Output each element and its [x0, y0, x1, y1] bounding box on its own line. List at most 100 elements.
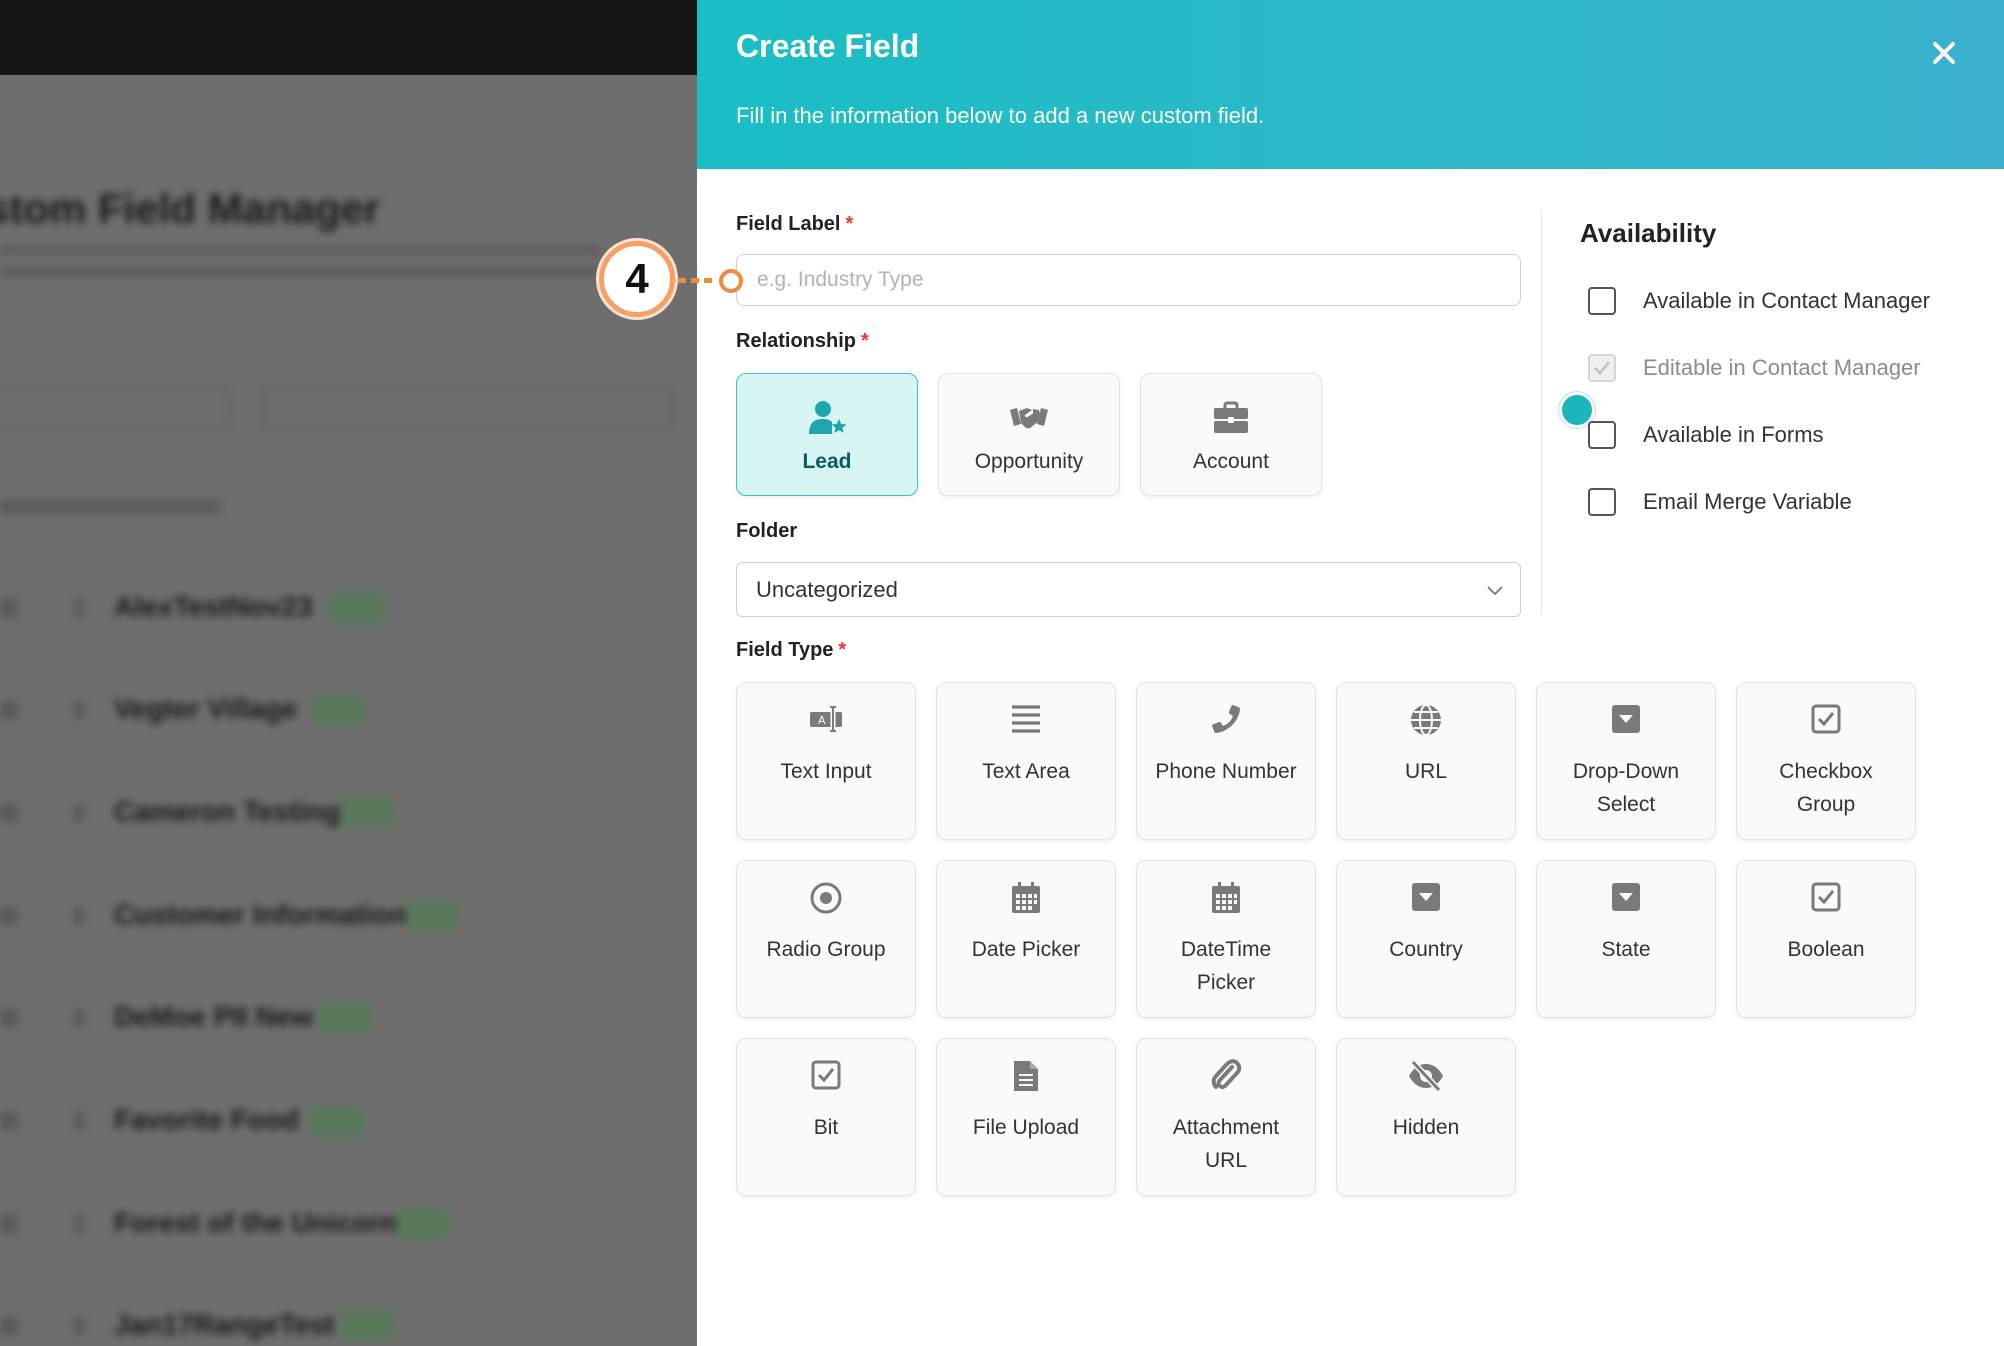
checkbox-box	[1588, 354, 1616, 382]
checkbox-box[interactable]	[1588, 488, 1616, 516]
relationship-option-label: Account	[1193, 450, 1269, 473]
field-type-phone-number[interactable]: Phone Number	[1136, 682, 1316, 840]
panel-header: Create Field Fill in the information bel…	[697, 0, 2004, 169]
folder-row[interactable]: Favorite Food	[0, 1098, 700, 1144]
folder-select-value: Uncategorized	[756, 577, 898, 602]
field-type-file-upload[interactable]: File Upload	[936, 1038, 1116, 1196]
relationship-option-lead[interactable]: Lead	[736, 373, 918, 496]
chevron-right-icon	[74, 1215, 84, 1233]
checkbox-label: Editable in Contact Manager	[1643, 355, 1921, 380]
callout-connector	[678, 278, 712, 283]
page-title: stom Field Manager	[0, 185, 381, 232]
checkbox-label: Email Merge Variable	[1643, 489, 1852, 514]
checkbox-label: Available in Contact Manager	[1643, 288, 1930, 313]
field-type-label: URL	[1404, 760, 1447, 783]
folder-row[interactable]: Customer Information	[0, 893, 700, 939]
field-type-label: Hidden	[1392, 1116, 1460, 1139]
field-type-date-picker[interactable]: Date Picker	[936, 860, 1116, 1018]
close-icon[interactable]	[1927, 36, 1961, 70]
required-mark: *	[845, 213, 854, 235]
field-type-drop-down-select[interactable]: Drop-Down Select	[1536, 682, 1716, 840]
field-type-datetime-picker[interactable]: DateTime Picker	[1136, 860, 1316, 1018]
panel-title: Create Field	[736, 28, 920, 64]
folder-name: Cameron Testing	[114, 796, 341, 827]
field-type-label: File Upload	[972, 1116, 1080, 1139]
field-type-label: Text Input	[780, 760, 872, 783]
required-mark: *	[861, 330, 869, 352]
folder-row[interactable]: Jan17RangeTest	[0, 1303, 700, 1346]
check-icon	[1594, 361, 1610, 375]
background-page: stom Field Manager AlexTestNov23 Vegter …	[0, 0, 700, 1346]
chevron-right-icon	[74, 907, 84, 925]
type-filter-select[interactable]	[262, 385, 672, 431]
create-field-panel: Create Field Fill in the information bel…	[697, 0, 2004, 1346]
phone-icon	[1137, 703, 1315, 739]
field-type-label: State	[1601, 938, 1651, 961]
checkbox-icon	[1737, 881, 1915, 917]
field-type-boolean[interactable]: Boolean	[1736, 860, 1916, 1018]
field-type-heading: Field Type *	[736, 639, 847, 661]
field-label-input[interactable]	[736, 254, 1521, 306]
field-type-checkbox-group[interactable]: Checkbox Group	[1736, 682, 1916, 840]
field-type-label: Boolean	[1787, 938, 1865, 961]
filter-select[interactable]	[0, 385, 230, 431]
checkbox-box[interactable]	[1588, 421, 1616, 449]
chevron-right-icon	[74, 1317, 84, 1335]
folder-row[interactable]: Forest of the Unicorn	[0, 1201, 700, 1247]
relationship-option-label: Opportunity	[974, 450, 1084, 473]
field-label-heading: Field Label *	[736, 213, 854, 235]
globe-icon	[1337, 703, 1515, 739]
relationship-option-account[interactable]: Account	[1140, 373, 1322, 496]
relationship-option-opportunity[interactable]: Opportunity	[938, 373, 1120, 496]
field-type-text-input[interactable]: A Text Input	[736, 682, 916, 840]
folder-name: Vegter Village	[114, 693, 298, 724]
top-navigation-bar	[0, 0, 700, 75]
field-type-state[interactable]: State	[1536, 860, 1716, 1018]
column-header	[0, 500, 220, 514]
field-type-label: Bit	[813, 1116, 839, 1139]
checkbox-label: Available in Forms	[1643, 422, 1824, 447]
relationship-heading: Relationship *	[736, 330, 869, 352]
field-type-hidden[interactable]: Hidden	[1336, 1038, 1516, 1196]
count-badge	[312, 695, 366, 725]
folder-row[interactable]: Vegter Village	[0, 687, 700, 733]
radio-icon	[737, 881, 915, 917]
folder-select[interactable]: Uncategorized	[736, 562, 1521, 617]
folder-name: DeMoe PII New	[114, 1001, 314, 1032]
calendar-icon	[937, 881, 1115, 917]
chevron-right-icon	[74, 1009, 84, 1027]
field-type-bit[interactable]: Bit	[736, 1038, 916, 1196]
chevron-right-icon	[74, 804, 84, 822]
eye-slash-icon	[1337, 1059, 1515, 1095]
folder-row[interactable]: DeMoe PII New	[0, 995, 700, 1041]
field-type-label: Phone Number	[1155, 760, 1297, 783]
folder-name: AlexTestNov23	[114, 591, 313, 622]
count-badge	[395, 1209, 449, 1239]
required-mark: *	[838, 639, 847, 661]
background-content: stom Field Manager AlexTestNov23 Vegter …	[0, 75, 700, 1346]
count-badge	[330, 593, 384, 623]
file-icon	[937, 1059, 1115, 1095]
field-type-url[interactable]: URL	[1336, 682, 1516, 840]
paperclip-icon	[1137, 1059, 1315, 1095]
field-type-label: Text Area	[982, 760, 1070, 783]
checkbox-box[interactable]	[1588, 287, 1616, 315]
field-type-label: Checkbox	[1779, 760, 1873, 783]
field-type-label: Attachment	[1172, 1116, 1280, 1139]
field-type-radio-group[interactable]: Radio Group	[736, 860, 916, 1018]
field-type-country[interactable]: Country	[1336, 860, 1516, 1018]
dropdown-icon	[1537, 703, 1715, 739]
folder-heading: Folder	[736, 520, 798, 542]
folder-row[interactable]: AlexTestNov23	[0, 585, 700, 631]
step-callout-badge: 4	[599, 241, 675, 317]
field-type-label: Radio Group	[766, 938, 886, 961]
panel-subtitle: Fill in the information below to add a n…	[736, 103, 1265, 128]
relationship-option-label: Lead	[802, 450, 852, 473]
chevron-right-icon	[74, 1112, 84, 1130]
field-type-label: Drop-Down	[1572, 760, 1680, 783]
folder-row[interactable]: Cameron Testing	[0, 790, 700, 836]
folder-name: Forest of the Unicorn	[114, 1207, 398, 1238]
field-type-attachment-url[interactable]: Attachment URL	[1136, 1038, 1316, 1196]
field-type-text-area[interactable]: Text Area	[936, 682, 1116, 840]
checkbox-icon	[1737, 703, 1915, 739]
